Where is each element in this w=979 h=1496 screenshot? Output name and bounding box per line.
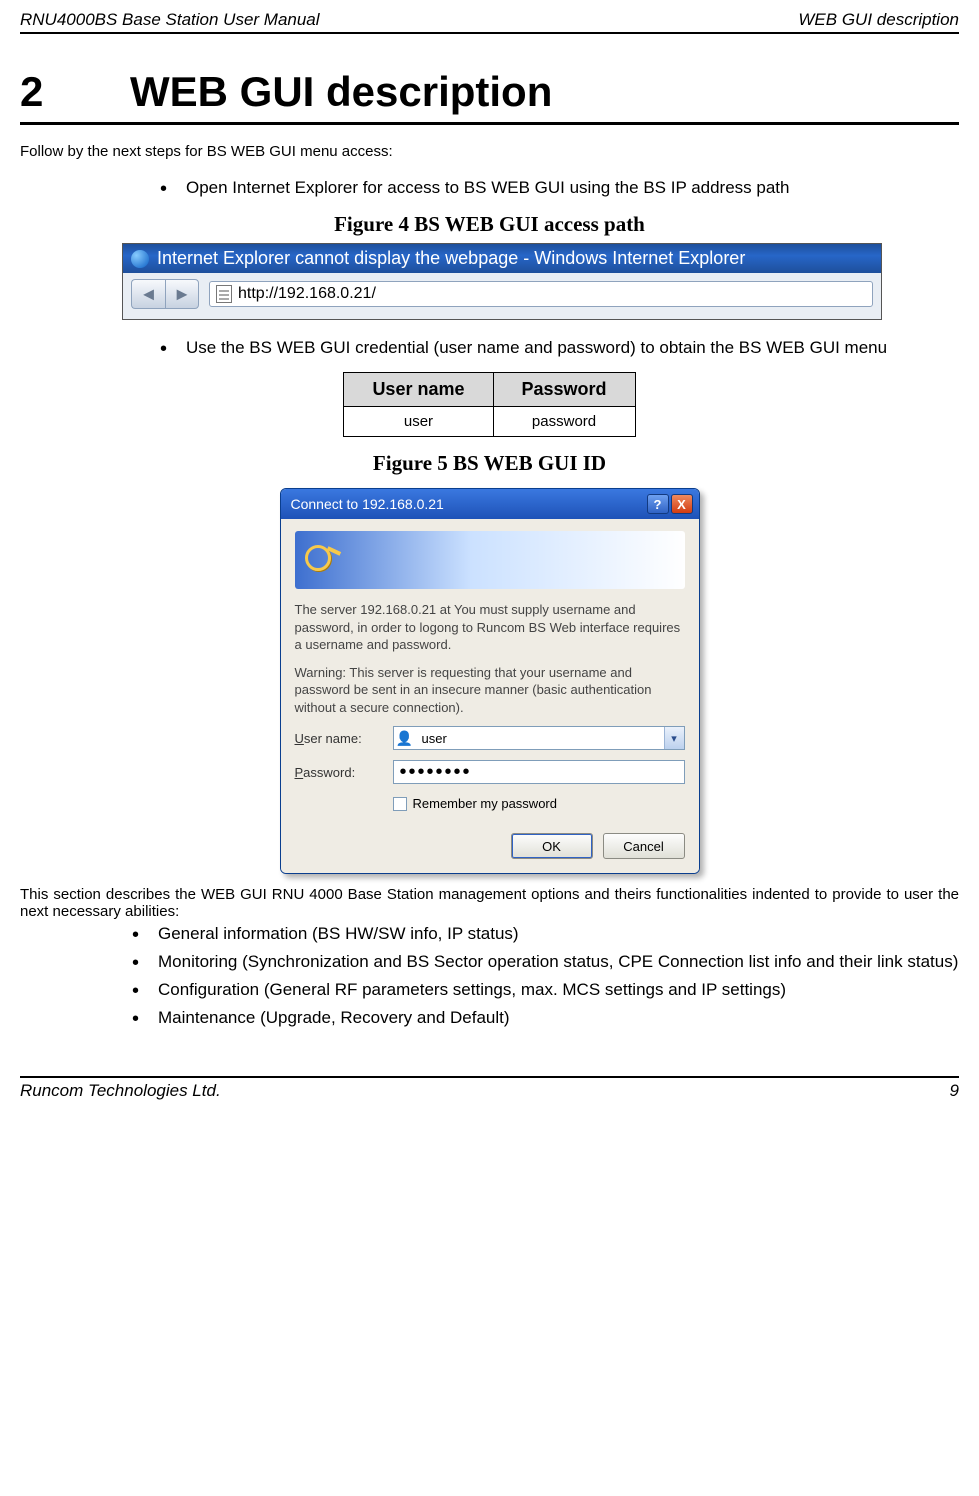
browser-titlebar: Internet Explorer cannot display the web… xyxy=(123,244,881,273)
footer-left: Runcom Technologies Ltd. xyxy=(20,1081,221,1101)
password-field[interactable]: •••••••• xyxy=(393,760,685,784)
help-icon: ? xyxy=(654,497,662,512)
intro-text: Follow by the next steps for BS WEB GUI … xyxy=(20,143,959,160)
figure-5-caption: Figure 5 BS WEB GUI ID xyxy=(20,451,959,476)
dialog-message-1: The server 192.168.0.21 at You must supp… xyxy=(295,601,685,654)
username-field[interactable]: 👤 user ▾ xyxy=(393,726,685,750)
cancel-button[interactable]: Cancel xyxy=(603,833,685,859)
cred-header-user: User name xyxy=(344,373,493,407)
nav-buttons: ◄ ► xyxy=(131,279,199,309)
ability-general-info: General information (BS HW/SW info, IP s… xyxy=(132,924,959,944)
ability-maintenance: Maintenance (Upgrade, Recovery and Defau… xyxy=(132,1008,959,1028)
arrow-left-icon: ◄ xyxy=(140,284,158,305)
chapter-number: 2 xyxy=(20,68,130,116)
dialog-banner xyxy=(295,531,685,589)
browser-title-text: Internet Explorer cannot display the web… xyxy=(157,248,745,269)
chapter-title: WEB GUI description xyxy=(130,68,552,115)
cred-value-pass: password xyxy=(493,407,635,437)
figure-4-caption: Figure 4 BS WEB GUI access path xyxy=(20,212,959,237)
password-mask: •••••••• xyxy=(400,761,472,784)
remember-checkbox[interactable] xyxy=(393,797,407,811)
dialog-help-button[interactable]: ? xyxy=(647,494,669,514)
step-1: Open Internet Explorer for access to BS … xyxy=(160,178,959,198)
back-button[interactable]: ◄ xyxy=(131,279,165,309)
footer-page-number: 9 xyxy=(950,1081,959,1101)
forward-button[interactable]: ► xyxy=(165,279,199,309)
ability-configuration: Configuration (General RF parameters set… xyxy=(132,980,959,1000)
dialog-message-2: Warning: This server is requesting that … xyxy=(295,664,685,717)
browser-toolbar: ◄ ► http://192.168.0.21/ xyxy=(123,273,881,319)
dialog-titlebar: Connect to 192.168.0.21 ? X xyxy=(281,489,699,519)
dialog-title-text: Connect to 192.168.0.21 xyxy=(291,496,444,512)
keys-icon xyxy=(305,543,343,577)
step-2: Use the BS WEB GUI credential (user name… xyxy=(160,338,959,358)
cred-header-pass: Password xyxy=(493,373,635,407)
address-bar[interactable]: http://192.168.0.21/ xyxy=(209,281,873,307)
credentials-table: User name Password user password xyxy=(343,372,635,437)
figure-4-browser: Internet Explorer cannot display the web… xyxy=(122,243,882,320)
page-icon xyxy=(216,285,232,303)
user-icon: 👤 xyxy=(394,727,416,749)
arrow-right-icon: ► xyxy=(173,284,191,305)
auth-dialog: Connect to 192.168.0.21 ? X The server 1… xyxy=(280,488,700,874)
chapter-heading: 2WEB GUI description xyxy=(20,68,959,125)
ie-icon xyxy=(131,250,149,268)
username-value: user xyxy=(416,731,664,746)
dropdown-icon[interactable]: ▾ xyxy=(664,727,684,749)
username-label: User name: xyxy=(295,731,385,746)
header-left: RNU4000BS Base Station User Manual xyxy=(20,10,320,30)
remember-label: Remember my password xyxy=(413,796,558,811)
address-url: http://192.168.0.21/ xyxy=(238,285,376,303)
ok-button[interactable]: OK xyxy=(511,833,593,859)
ability-monitoring: Monitoring (Synchronization and BS Secto… xyxy=(132,952,959,972)
header-right: WEB GUI description xyxy=(798,10,959,30)
close-icon: X xyxy=(677,497,686,512)
password-label: Password: xyxy=(295,765,385,780)
cred-value-user: user xyxy=(344,407,493,437)
dialog-close-button[interactable]: X xyxy=(671,494,693,514)
page-header: RNU4000BS Base Station User Manual WEB G… xyxy=(20,10,959,34)
page-footer: Runcom Technologies Ltd. 9 xyxy=(20,1076,959,1101)
section-paragraph: This section describes the WEB GUI RNU 4… xyxy=(20,886,959,920)
